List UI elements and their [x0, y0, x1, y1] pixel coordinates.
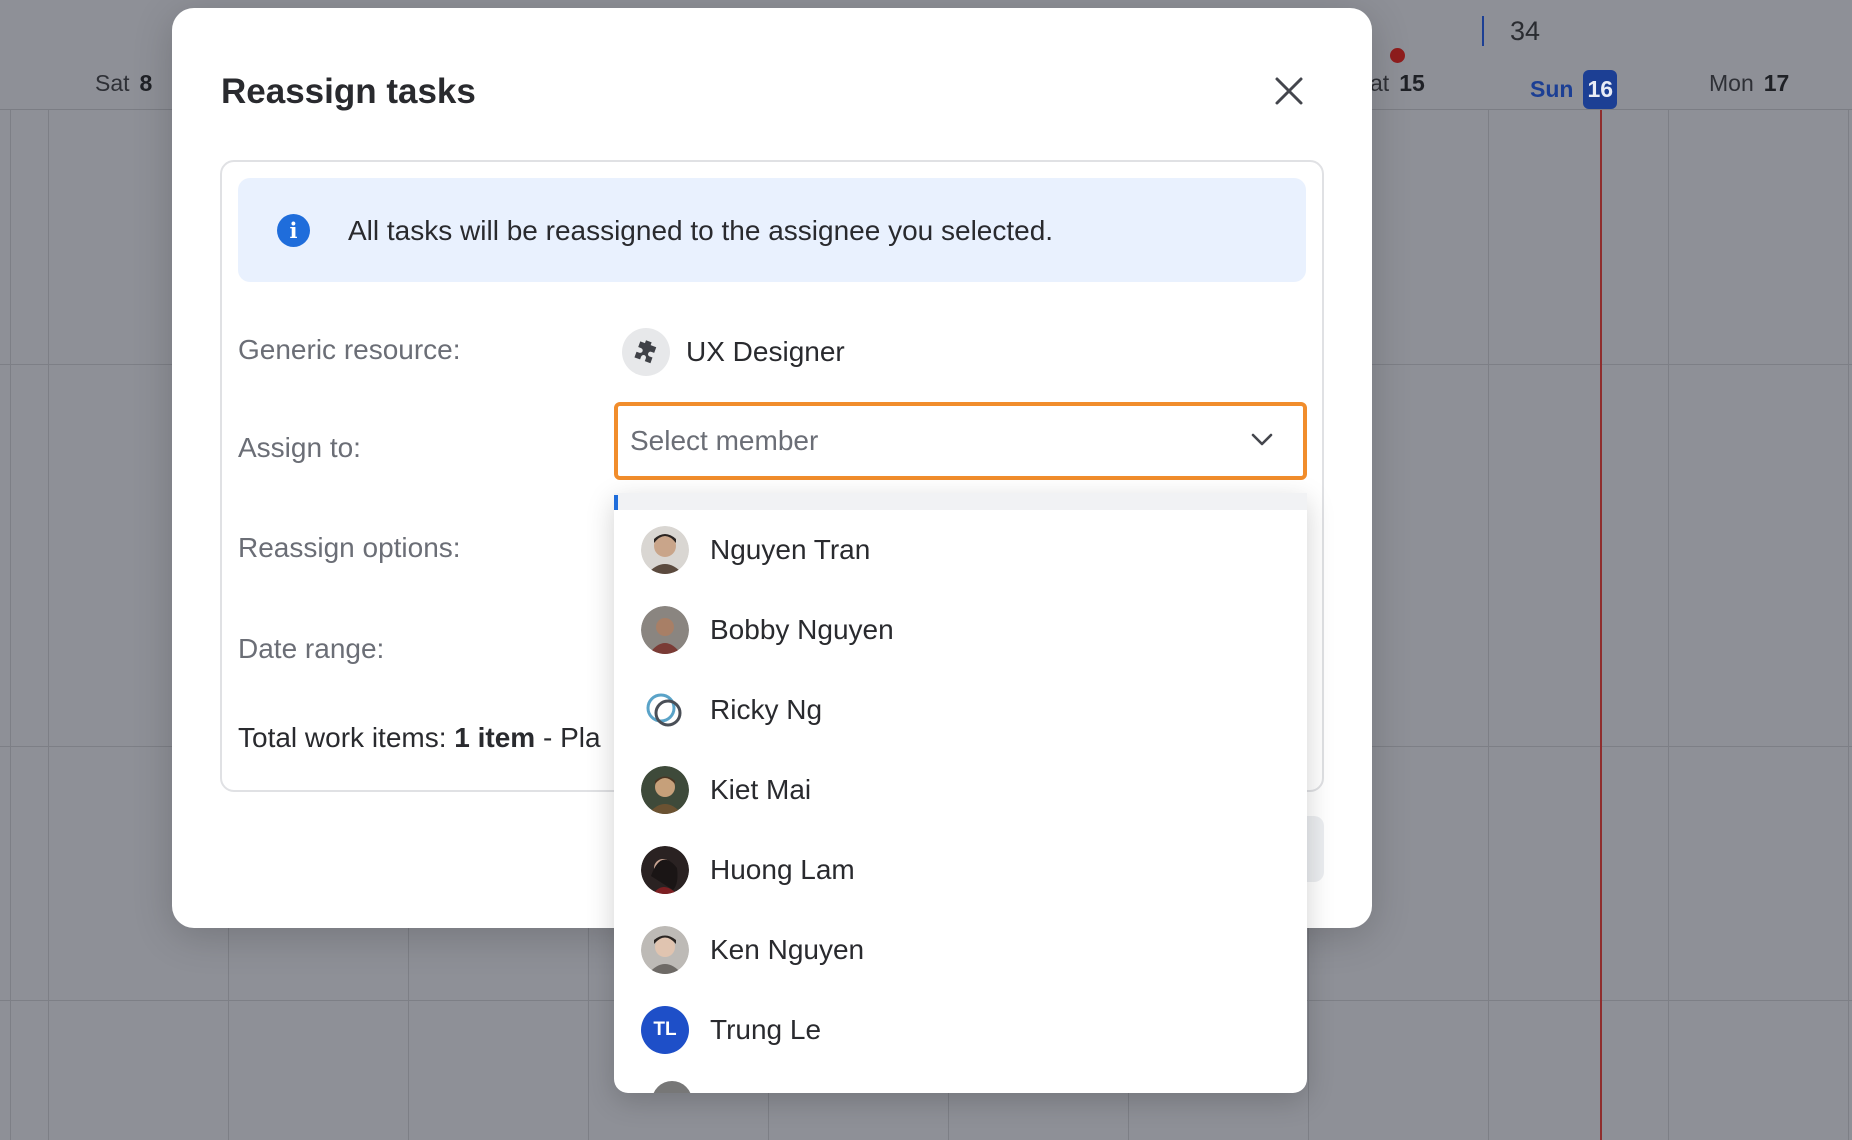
close-button[interactable] — [1266, 68, 1312, 114]
today-indicator-line — [1600, 110, 1602, 1140]
day-name: Mon — [1709, 70, 1754, 96]
select-placeholder: Select member — [630, 425, 819, 456]
day-name: at — [1370, 70, 1390, 96]
reassign-options-label: Reassign options: — [238, 532, 461, 563]
member-name: Kiet Mai — [710, 774, 812, 805]
select-member-dropdown[interactable]: Select member — [614, 402, 1307, 480]
day-name: Sun — [1530, 76, 1574, 102]
generic-resource-name: UX Designer — [686, 336, 845, 367]
member-option-kiet-mai[interactable]: Kiet Mai — [614, 750, 1307, 830]
puzzle-icon — [622, 328, 670, 376]
member-name: Ricky Ng — [710, 694, 823, 725]
avatar — [641, 766, 689, 814]
generic-resource-label: Generic resource: — [238, 334, 461, 365]
date-range-label: Date range: — [238, 633, 385, 664]
total-work-items: Total work items: 1 item - Pla — [238, 722, 601, 754]
member-name: Bobby Nguyen — [710, 614, 894, 645]
calendar-day-mon-17[interactable]: Mon 17 — [1709, 70, 1789, 97]
day-number: 17 — [1763, 70, 1790, 96]
member-option-trung-le[interactable]: TL Trung Le — [614, 990, 1307, 1070]
member-name: Trung Le — [710, 1014, 822, 1045]
day-name: Sat — [95, 70, 130, 96]
day-number: 16 — [1583, 70, 1618, 109]
total-suffix: - Pla — [535, 722, 601, 753]
generic-resource-value: UX Designer — [622, 328, 845, 376]
member-option-huong-lam[interactable]: Huong Lam — [614, 830, 1307, 910]
avatar — [641, 846, 689, 894]
member-name: Ken Nguyen — [710, 934, 865, 965]
week-number-label: 34 — [1482, 16, 1540, 46]
assign-to-label: Assign to: — [238, 432, 361, 463]
member-name: Nguyen Tran — [710, 534, 871, 565]
day-number: 8 — [139, 70, 153, 96]
total-prefix: Total work items: — [238, 722, 455, 753]
info-icon: i — [277, 214, 310, 247]
modal-title: Reassign tasks — [221, 72, 476, 111]
avatar — [641, 686, 689, 734]
member-option-ken-nguyen[interactable]: Ken Nguyen — [614, 910, 1307, 990]
avatar — [641, 606, 689, 654]
member-option-nguyen-tran[interactable]: Nguyen Tran — [614, 510, 1307, 590]
avatar-partial — [652, 1081, 692, 1093]
avatar — [641, 926, 689, 974]
close-icon — [1275, 77, 1303, 105]
day-number: 15 — [1399, 70, 1425, 96]
total-count: 1 item — [454, 722, 536, 753]
dropdown-scroll-top — [614, 493, 1307, 510]
avatar — [641, 526, 689, 574]
info-banner: i All tasks will be reassigned to the as… — [238, 178, 1306, 282]
member-option-ricky-ng[interactable]: Ricky Ng — [614, 670, 1307, 750]
avatar-initials: TL — [641, 1006, 689, 1054]
chevron-down-icon — [1251, 433, 1273, 446]
dropdown-scroll-indicator — [614, 495, 618, 510]
member-dropdown-list: Nguyen Tran Bobby Nguyen Ricky Ng Kiet M… — [614, 493, 1307, 1093]
calendar-day-sat-8[interactable]: Sat 8 — [95, 70, 152, 97]
calendar-day-today[interactable]: Sun 16 — [1530, 70, 1618, 109]
member-option-bobby-nguyen[interactable]: Bobby Nguyen — [614, 590, 1307, 670]
member-name: Huong Lam — [710, 854, 855, 885]
calendar-day-sat-15[interactable]: at 15 — [1370, 70, 1425, 97]
event-dot — [1390, 48, 1405, 63]
info-text: All tasks will be reassigned to the assi… — [348, 215, 1054, 246]
